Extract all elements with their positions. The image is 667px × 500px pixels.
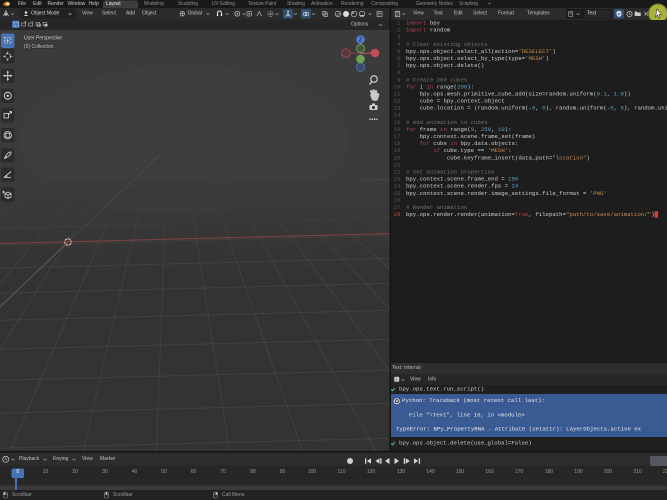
svg-text:Z: Z [359,37,362,43]
svg-text:i: i [396,377,397,382]
